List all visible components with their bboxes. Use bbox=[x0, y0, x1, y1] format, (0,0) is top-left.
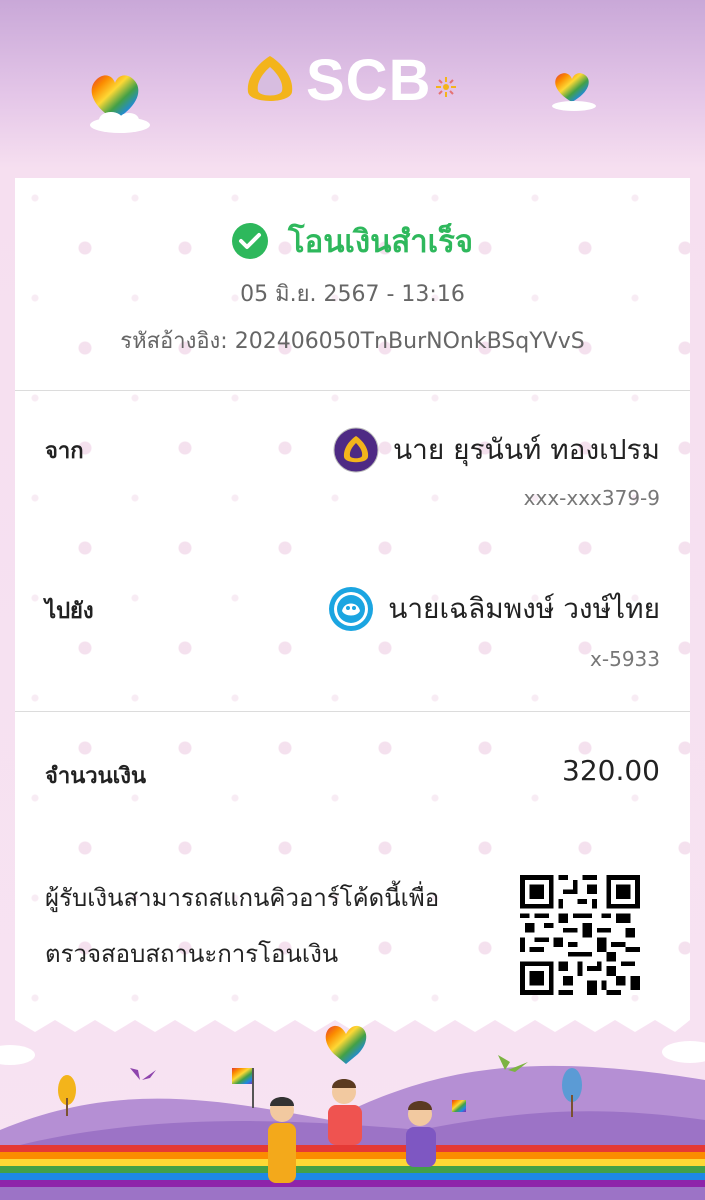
krungthai-bank-icon bbox=[329, 587, 374, 631]
rainbow-heart-icon bbox=[90, 75, 150, 133]
transfer-status: โอนเงินสำเร็จ bbox=[15, 216, 690, 266]
divider bbox=[15, 711, 690, 712]
status-text: โอนเงินสำเร็จ bbox=[287, 224, 474, 260]
from-account-number: xxx-xxx379-9 bbox=[523, 486, 660, 510]
reference-value: 202406050TnBurNOnkBSqYVvS bbox=[234, 329, 585, 354]
pride-illustration bbox=[0, 1010, 705, 1200]
to-account-number: x-5933 bbox=[590, 647, 660, 671]
to-account-holder: นายเฉลิมพงษ์ วงษ์ไทย bbox=[328, 586, 660, 632]
header: SCB bbox=[0, 0, 705, 180]
receipt-card: โอนเงินสำเร็จ 05 มิ.ย. 2567 - 13:16 รหัส… bbox=[15, 178, 690, 1020]
butterfly-icon bbox=[130, 1068, 156, 1080]
amount-label: จำนวนเงิน bbox=[45, 764, 146, 789]
from-name: นาย ยุรนันท์ ทองเปรม bbox=[392, 433, 660, 466]
brand-name: SCB bbox=[306, 47, 432, 113]
scb-logo: SCB bbox=[242, 48, 457, 113]
qr-instructions-line1: ผู้รับเงินสามารถสแกนคิวอาร์โค้ดนี้เพื่อ bbox=[45, 884, 440, 912]
check-circle-icon bbox=[231, 223, 268, 259]
to-name: นายเฉลิมพงษ์ วงษ์ไทย bbox=[388, 592, 660, 625]
rainbow-banner bbox=[0, 1145, 705, 1187]
qr-instructions-line2: ตรวจสอบสถานะการโอนเงิน bbox=[45, 940, 339, 968]
rainbow-heart-icon bbox=[552, 73, 596, 111]
sparkle-icon bbox=[436, 77, 457, 97]
reference-label: รหัสอ้างอิง: bbox=[120, 329, 228, 354]
transaction-datetime: 05 มิ.ย. 2567 - 13:16 bbox=[240, 282, 465, 307]
qr-code-icon bbox=[520, 875, 640, 995]
scb-emblem-icon bbox=[247, 56, 293, 101]
scb-bank-icon bbox=[333, 427, 379, 473]
amount-value: 320.00 bbox=[562, 754, 660, 787]
divider bbox=[15, 390, 690, 391]
from-label: จาก bbox=[45, 439, 84, 464]
qr-instructions: ผู้รับเงินสามารถสแกนคิวอาร์โค้ดนี้เพื่อ … bbox=[45, 870, 485, 982]
reference-line: รหัสอ้างอิง: 202406050TnBurNOnkBSqYVvS bbox=[15, 323, 690, 358]
from-account-holder: นาย ยุรนันท์ ทองเปรม bbox=[333, 427, 660, 473]
to-label: ไปยัง bbox=[45, 599, 94, 624]
